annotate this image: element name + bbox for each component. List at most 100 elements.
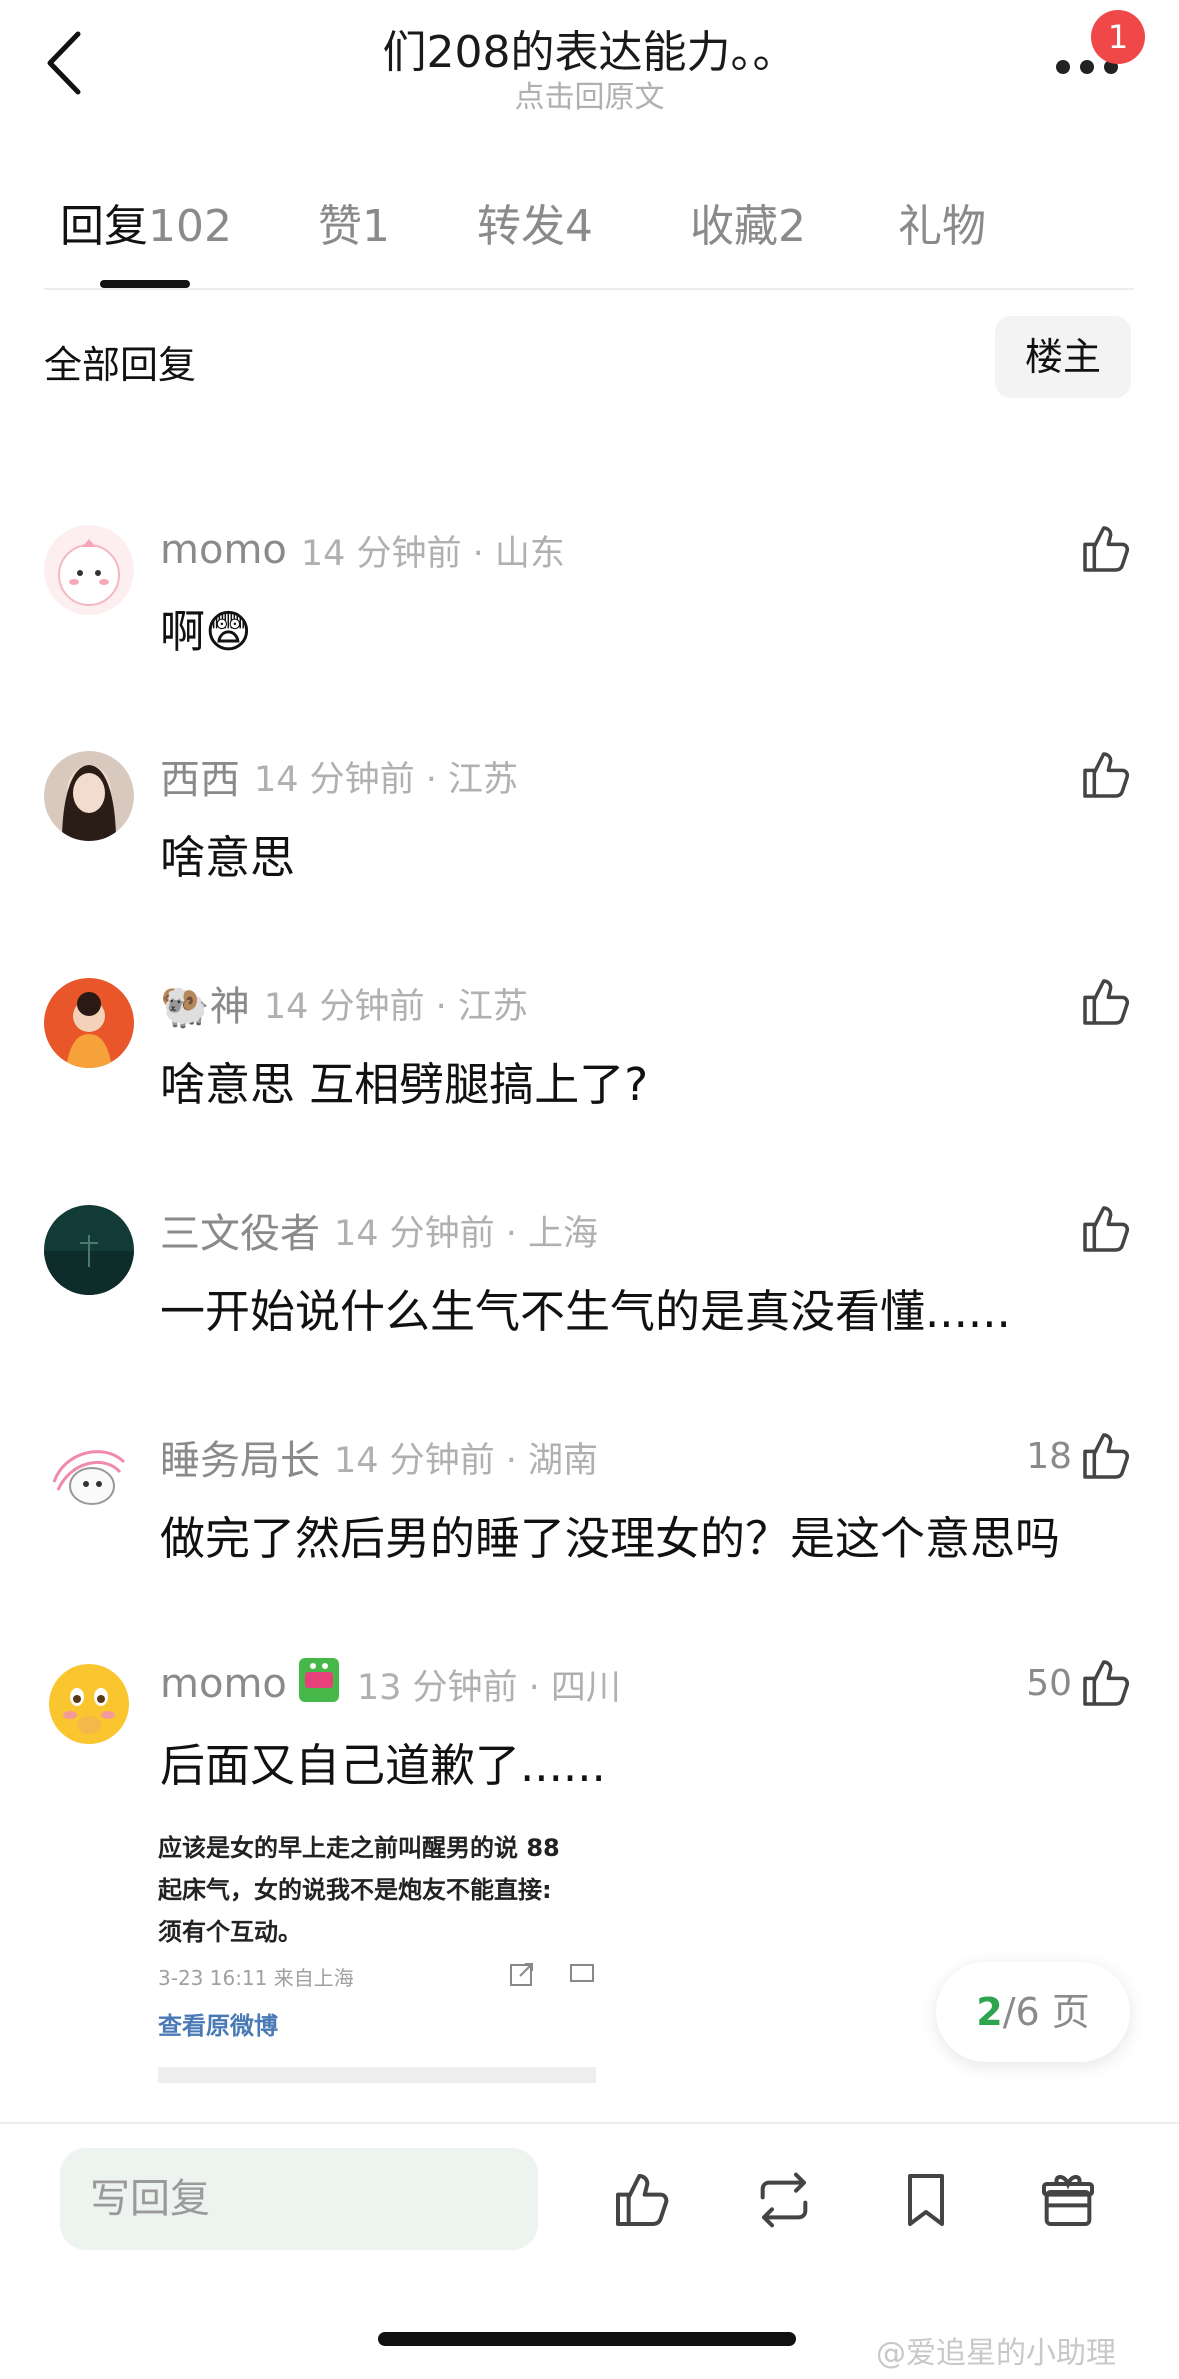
comment-text: 啥意思 互相劈腿搞上了? <box>160 1058 649 1111</box>
emoji-avatar-icon <box>44 1659 134 1749</box>
repost-icon <box>760 2172 808 2228</box>
comment-item: 🐏神 14 分钟前 · 江苏 啥意思 互相劈腿搞上了? <box>0 978 1179 1178</box>
cartoon-avatar-icon <box>44 525 134 615</box>
like-button[interactable]: 18 <box>1026 1426 1134 1486</box>
gift-button[interactable] <box>1036 2168 1100 2232</box>
tab-gifts[interactable]: 礼物 <box>898 190 986 254</box>
comment-text: 啥意思 <box>160 831 296 884</box>
more-dot-icon <box>1056 60 1070 74</box>
username[interactable]: 🐏神 <box>160 974 250 1032</box>
comment-meta: momo 14 分钟前 · 山东 <box>160 525 565 575</box>
like-button[interactable] <box>1072 1199 1134 1259</box>
like-count: 18 <box>1026 1435 1072 1477</box>
share-icon <box>510 1963 533 1986</box>
top-nav-bar: 们208的表达能力。。 点击回原文 1 <box>0 0 1179 120</box>
landscape-avatar-icon <box>44 1205 134 1295</box>
comment-text: 做完了然后男的睡了没理女的？是这个意思吗 <box>160 1512 1061 1565</box>
reply-input[interactable]: 写回复 <box>60 2148 538 2250</box>
tab-count: 4 <box>565 201 593 252</box>
like-button[interactable] <box>1072 745 1134 805</box>
tab-label: 礼物 <box>898 201 986 252</box>
timestamp-location: 13 分钟前 · 四川 <box>356 1667 621 1708</box>
home-indicator[interactable] <box>378 2332 796 2346</box>
tab-label: 赞 <box>318 201 362 252</box>
view-original-link: 查看原微博 <box>158 2012 278 2040</box>
current-page: 2 <box>976 1990 1003 2034</box>
comment-icon <box>570 1964 594 1982</box>
snippet-text-line: 须有个互动。 <box>158 1918 302 1946</box>
comment-meta: 西西 14 分钟前 · 江苏 <box>160 751 519 803</box>
tab-likes[interactable]: 赞1 <box>318 190 390 254</box>
comment-text: 后面又自己道歉了...... <box>160 1739 606 1792</box>
comment-item: 三文役者 14 分钟前 · 上海 一开始说什么生气不生气的是真没看懂...... <box>0 1205 1179 1405</box>
op-only-button[interactable]: 楼主 <box>995 316 1131 398</box>
avatar[interactable] <box>44 1432 134 1522</box>
comment-meta: 三文役者 14 分钟前 · 上海 <box>160 1205 599 1257</box>
snippet-text-line: 应该是女的早上走之前叫醒男的说 88 <box>158 1834 560 1862</box>
tab-reposts[interactable]: 转发4 <box>477 190 593 254</box>
repost-button[interactable] <box>752 2168 816 2232</box>
page-indicator[interactable]: 2/6 页 <box>936 1962 1130 2062</box>
like-post-button[interactable] <box>610 2168 674 2232</box>
tab-bar: 回复102 赞1 转发4 收藏2 礼物 <box>0 190 1179 290</box>
thumbs-up-icon <box>1083 526 1130 572</box>
snippet-bottom-bar <box>158 2067 596 2083</box>
like-count: 50 <box>1026 1662 1072 1704</box>
comment-item: 睡务局长 14 分钟前 · 湖南 做完了然后男的睡了没理女的？是这个意思吗 18 <box>0 1432 1179 1632</box>
all-replies-filter[interactable]: 全部回复 <box>44 334 196 389</box>
tab-count: 2 <box>778 201 806 252</box>
thumbs-up-icon <box>1083 752 1130 798</box>
thumbs-up-icon <box>1083 1206 1130 1252</box>
user-badge-icon <box>295 1654 343 1715</box>
avatar[interactable] <box>44 1205 134 1295</box>
comment-item: momo 14 分钟前 · 山东 啊😨 <box>0 525 1179 725</box>
username[interactable]: 睡务局长 <box>160 1428 320 1486</box>
post-title[interactable]: 们208的表达能力。。 <box>0 16 1179 80</box>
timestamp-location: 14 分钟前 · 江苏 <box>254 759 519 800</box>
comment-meta: 🐏神 14 分钟前 · 江苏 <box>160 978 528 1030</box>
comment-text: 一开始说什么生气不生气的是真没看懂...... <box>160 1285 1011 1338</box>
timestamp-location: 14 分钟前 · 山东 <box>300 533 565 574</box>
thumbs-up-icon <box>1083 1660 1130 1706</box>
photo-avatar-icon <box>44 751 134 841</box>
watermark-text: @爱追星的小助理 <box>876 2336 1116 2371</box>
like-button[interactable]: 50 <box>1026 1653 1134 1713</box>
active-tab-indicator <box>100 280 190 288</box>
tab-label: 收藏 <box>690 201 778 252</box>
avatar[interactable] <box>44 751 134 841</box>
cartoon-avatar-icon <box>44 1432 134 1522</box>
username[interactable]: momo <box>160 1661 287 1707</box>
tab-favorites[interactable]: 收藏2 <box>690 190 806 254</box>
total-pages: /6 页 <box>1002 1990 1090 2034</box>
bookmark-icon <box>908 2174 944 2226</box>
back-to-original-link[interactable]: 点击回原文 <box>0 72 1179 116</box>
avatar[interactable] <box>44 978 134 1068</box>
tab-count: 1 <box>362 201 390 252</box>
timestamp-location: 14 分钟前 · 湖南 <box>334 1440 599 1481</box>
thumbs-up-icon <box>616 2174 669 2226</box>
avatar[interactable] <box>44 525 134 615</box>
notification-badge: 1 <box>1091 10 1145 64</box>
avatar[interactable] <box>44 1659 134 1749</box>
comment-meta: momo 13 分钟前 · 四川 <box>160 1657 621 1709</box>
more-dot-icon <box>1080 60 1094 74</box>
bookmark-button[interactable] <box>894 2168 958 2232</box>
gift-icon <box>1042 2175 1094 2226</box>
like-button[interactable] <box>1072 972 1134 1032</box>
comment-image-attachment[interactable]: 应该是女的早上走之前叫醒男的说 88 起床气，女的说我不是炮友不能直接: 须有个… <box>158 1822 596 2084</box>
snippet-text-line: 起床气，女的说我不是炮友不能直接: <box>158 1876 552 1904</box>
thumbs-up-icon <box>1083 979 1130 1025</box>
tab-label: 转发 <box>477 201 565 252</box>
timestamp-location: 14 分钟前 · 上海 <box>334 1213 599 1254</box>
username[interactable]: momo <box>160 527 287 573</box>
tab-label: 回复 <box>60 201 148 252</box>
like-button[interactable] <box>1072 519 1134 579</box>
tab-count: 102 <box>148 201 232 252</box>
timestamp-location: 14 分钟前 · 江苏 <box>263 986 528 1027</box>
comment-item: 西西 14 分钟前 · 江苏 啥意思 <box>0 751 1179 951</box>
username[interactable]: 西西 <box>160 747 240 805</box>
photo-avatar-icon <box>44 978 134 1068</box>
username[interactable]: 三文役者 <box>160 1201 320 1259</box>
tab-replies[interactable]: 回复102 <box>60 190 232 254</box>
thumbs-up-icon <box>1083 1433 1130 1479</box>
